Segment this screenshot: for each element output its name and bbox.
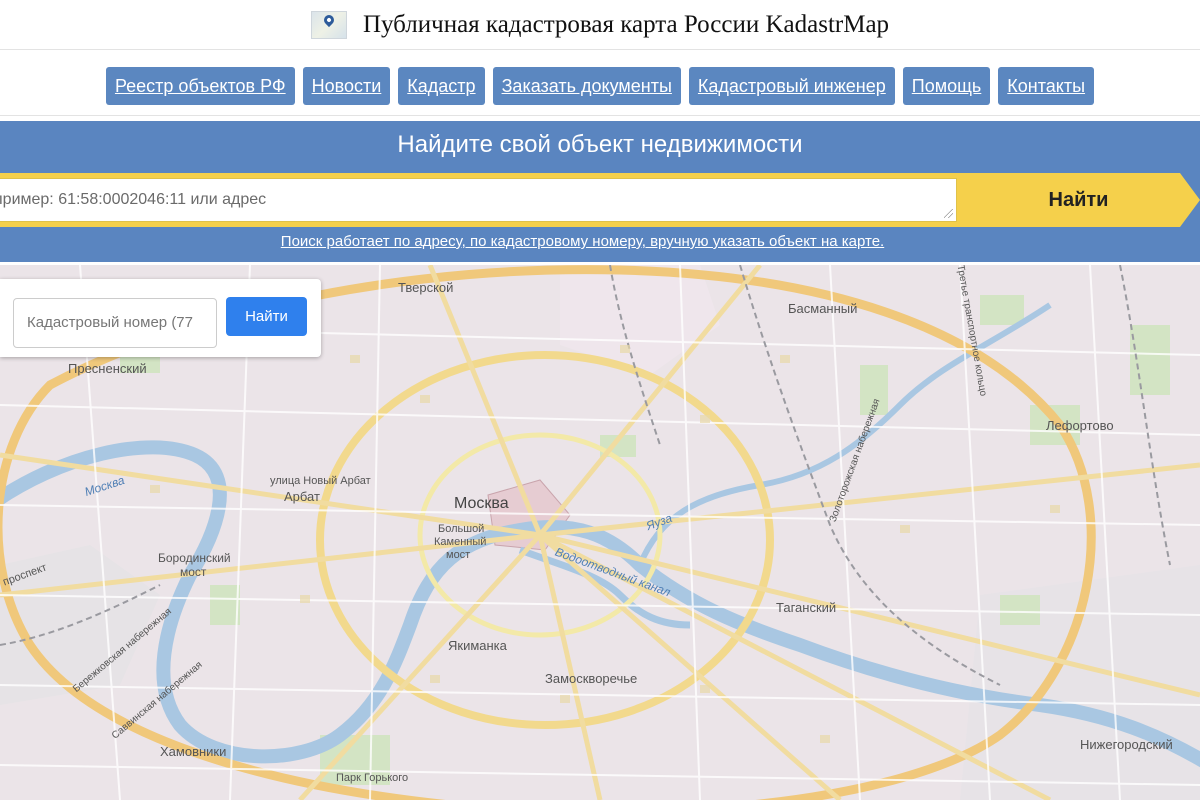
map-label-most-2: мост	[180, 565, 207, 579]
map-label-yakimanka: Якиманка	[448, 638, 507, 653]
cadastral-search-button[interactable]: Найти	[226, 297, 307, 336]
nav-item-registry[interactable]: Реестр объектов РФ	[105, 66, 295, 105]
cadastral-search-widget: Кадастровый номер (77 Найти	[0, 279, 321, 357]
resize-grip-icon[interactable]	[944, 209, 953, 218]
map-label-moscow: Москва	[454, 495, 509, 512]
search-button[interactable]: Найти	[957, 173, 1200, 227]
map-pin-icon[interactable]	[310, 10, 347, 39]
map-label-arbat: Арбат	[284, 489, 320, 504]
map-label-khamovniki: Хамовники	[160, 744, 227, 759]
map-label-gorky-park: Парк Горького	[336, 772, 409, 784]
map-label-tagansky: Таганский	[776, 600, 837, 615]
map-label-novy-arbat: улица Новый Арбат	[270, 475, 371, 487]
map-label-nizhegorodsky: Нижегородский	[1080, 737, 1173, 752]
map-label-basmanny: Басманный	[788, 301, 858, 316]
nav-item-order-documents[interactable]: Заказать документы	[492, 66, 681, 105]
cadastral-number-input[interactable]: Кадастровый номер (77	[13, 298, 217, 348]
nav-item-cadastre[interactable]: Кадастр	[398, 66, 485, 105]
nav-item-news[interactable]: Новости	[302, 66, 391, 105]
main-nav: Реестр объектов РФ Новости Кадастр Заказ…	[0, 56, 1200, 116]
search-section: Найдите свой объект недвижимости пример:…	[0, 121, 1200, 262]
map-label-presnensky: Пресненский	[68, 361, 147, 376]
map-label-most-1: мост	[446, 549, 471, 561]
search-hint-link[interactable]: Поиск работает по адресу, по кадастровом…	[0, 233, 1165, 250]
map-label-kamenny: Каменный	[434, 536, 487, 548]
map-label-tverskoy: Тверской	[398, 280, 454, 295]
site-title: Публичная кадастровая карта России Kadas…	[362, 10, 890, 38]
nav-item-contacts[interactable]: Контакты	[998, 66, 1095, 105]
nav-item-help[interactable]: Помощь	[902, 66, 991, 105]
search-input[interactable]: пример: 61:58:0002046:11 или адрес	[0, 178, 957, 222]
search-input-placeholder: пример: 61:58:0002046:11 или адрес	[0, 191, 267, 208]
map-label-lefortovo: Лефортово	[1046, 418, 1114, 433]
map-label-bolshoy: Большой	[438, 523, 485, 535]
map-label-zamoskvorechye: Замоскворечье	[545, 671, 638, 686]
search-row: пример: 61:58:0002046:11 или адрес Найти	[0, 173, 1200, 227]
map-label-borodinsky: Бородинский	[158, 551, 231, 565]
search-heading: Найдите свой объект недвижимости	[397, 131, 803, 158]
nav-item-cadastral-engineer[interactable]: Кадастровый инженер	[688, 66, 895, 105]
site-header: Публичная кадастровая карта России Kadas…	[0, 0, 1200, 50]
